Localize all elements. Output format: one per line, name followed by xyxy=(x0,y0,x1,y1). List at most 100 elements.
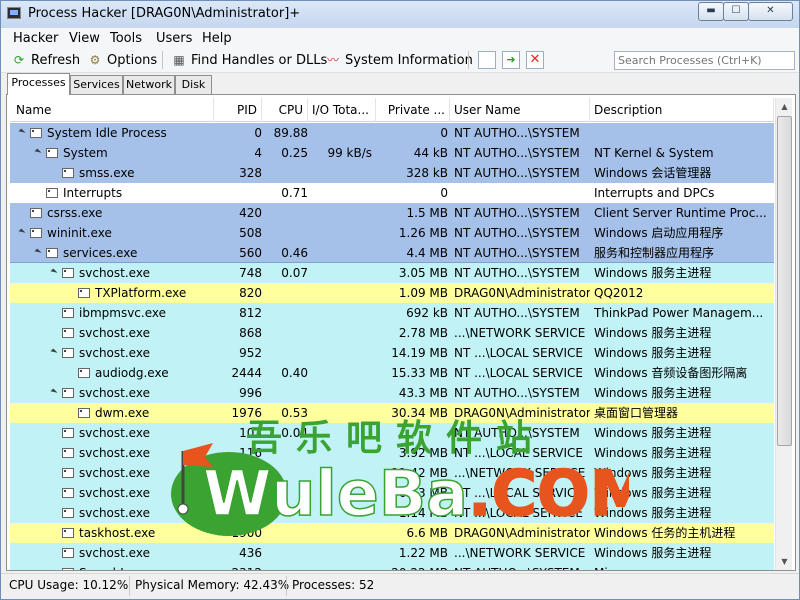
tab-services[interactable]: Services xyxy=(70,75,123,95)
description-cell xyxy=(594,123,772,143)
go-to-window-icon[interactable]: ➜ xyxy=(502,51,520,69)
process-row[interactable]: TXPlatform.exe 820 1.09 MB DRAG0N\Administr… xyxy=(10,283,774,303)
process-row[interactable]: svchost.exe 952 14.19 MB NT ...\LOCAL SERVI… xyxy=(10,343,774,363)
options-button[interactable]: ⚙ Options xyxy=(87,51,158,69)
menu-help[interactable]: Help xyxy=(202,31,232,46)
io-total-cell xyxy=(308,203,372,223)
process-row[interactable]: csrss.exe 420 1.5 MB NT AUTHO...\SYSTEM Clie… xyxy=(10,203,774,223)
pid-cell: 812 xyxy=(239,306,262,320)
process-name-cell: svchost.exe xyxy=(79,266,150,280)
physical-memory-status: Physical Memory: 42.43% xyxy=(135,578,290,592)
menu-users[interactable]: Users xyxy=(156,31,192,46)
menu-view[interactable]: View xyxy=(69,31,100,46)
description-cell: Interrupts and DPCs xyxy=(594,186,715,200)
io-total-cell xyxy=(308,383,372,403)
minimize-button[interactable]: ▬ xyxy=(698,2,724,21)
user-name-cell: ...\NETWORK SERVICE xyxy=(454,546,586,560)
process-row[interactable]: svchost.exe 868 2.78 MB ...\NETWORK SERVICE… xyxy=(10,323,774,343)
expand-arrow-icon[interactable] xyxy=(50,268,58,276)
user-name-cell: NT AUTHO...\SYSTEM xyxy=(454,126,580,140)
expand-arrow-icon[interactable] xyxy=(34,148,42,156)
process-row[interactable]: wininit.exe 508 1.26 MB NT AUTHO...\SYSTEM W… xyxy=(10,223,774,243)
io-total-cell xyxy=(308,223,372,243)
refresh-button[interactable]: ⟳ Refresh xyxy=(11,51,80,69)
expand-arrow-icon[interactable] xyxy=(18,128,26,136)
scroll-up-icon[interactable]: ▲ xyxy=(776,98,793,115)
expand-arrow-icon[interactable] xyxy=(50,348,58,356)
menu-tools[interactable]: Tools xyxy=(110,31,142,46)
process-row[interactable]: Interrupts 0.71 0 Interrupts and DPCs xyxy=(10,183,774,203)
column-name[interactable]: Name xyxy=(10,98,214,122)
column-private-bytes[interactable]: Private ... xyxy=(376,98,450,122)
process-row[interactable]: services.exe 560 0.46 4.4 MB NT AUTHO...\SYS… xyxy=(10,243,774,263)
window-title: Process Hacker [DRAG0N\Administrator]+ xyxy=(28,6,301,21)
process-row[interactable]: svchost.exe 996 43.3 MB NT AUTHO...\SYSTEM W… xyxy=(10,383,774,403)
private-bytes-cell: 2.78 MB xyxy=(398,326,448,340)
cpu-cell: 0.07 xyxy=(281,266,308,280)
terminate-icon[interactable]: ✕ xyxy=(526,51,544,69)
process-row[interactable]: audiodg.exe 2444 0.40 15.33 MB NT ...\LOCAL … xyxy=(10,363,774,383)
refresh-icon: ⟳ xyxy=(13,53,25,67)
column-cpu[interactable]: CPU xyxy=(262,98,308,122)
window-icon[interactable] xyxy=(478,51,496,69)
close-button[interactable]: ✕ xyxy=(748,2,793,21)
cpu-cell xyxy=(262,283,308,303)
description-cell: QQ2012 xyxy=(594,286,644,300)
refresh-label: Refresh xyxy=(31,52,81,68)
search-input[interactable] xyxy=(614,51,795,70)
tab-disk[interactable]: Disk xyxy=(175,75,212,95)
process-row[interactable]: ibmpmsvc.exe 812 692 kB NT AUTHO...\SYSTEM T… xyxy=(10,303,774,323)
expand-arrow-icon[interactable] xyxy=(50,388,58,396)
toolbar-separator xyxy=(468,51,469,69)
vertical-scrollbar[interactable]: ▲ ▼ xyxy=(775,98,792,570)
description-cell: Windows 音频设备图形隔离 xyxy=(594,366,748,380)
tab-strip: Processes Services Network Disk xyxy=(1,73,799,95)
private-bytes-cell: 1.26 MB xyxy=(398,226,448,240)
process-row[interactable]: svchost.exe 748 0.07 3.05 MB NT AUTHO...\SYS… xyxy=(10,262,774,284)
process-row[interactable]: SearchI... 2312 20.22 MB NT AUTHO...\SYSTEM… xyxy=(10,563,774,570)
pid-cell: 436 xyxy=(239,546,262,560)
tab-processes[interactable]: Processes xyxy=(7,73,70,95)
description-cell: Windows 服务主进程 xyxy=(594,546,712,560)
menu-hacker[interactable]: Hacker xyxy=(13,31,58,46)
title-bar[interactable]: Process Hacker [DRAG0N\Administrator]+ ▬… xyxy=(1,1,799,28)
process-row[interactable]: smss.exe 328 328 kB NT AUTHO...\SYSTEM Windo… xyxy=(10,163,774,183)
scroll-down-icon[interactable]: ▼ xyxy=(776,553,793,570)
expand-arrow-icon[interactable] xyxy=(34,248,42,256)
process-row[interactable]: System 4 0.25 99 kB/s 44 kB NT AUTHO...\SYSTE… xyxy=(10,143,774,163)
column-pid[interactable]: PID xyxy=(214,98,262,122)
cpu-cell xyxy=(262,543,308,563)
status-divider xyxy=(286,576,287,596)
pid-cell: 328 xyxy=(239,166,262,180)
process-icon xyxy=(62,428,74,438)
process-icon xyxy=(62,388,74,398)
process-name-cell: wininit.exe xyxy=(47,226,112,240)
golf-ball-icon xyxy=(177,503,189,515)
process-icon xyxy=(46,188,58,198)
process-row[interactable]: svchost.exe 436 1.22 MB ...\NETWORK SERVICE… xyxy=(10,543,774,563)
chart-icon: 〰 xyxy=(326,53,339,67)
process-row[interactable]: System Idle Process 0 89.88 0 NT AUTHO...\SY… xyxy=(10,123,774,143)
column-user-name[interactable]: User Name xyxy=(450,98,590,122)
process-name-cell: ibmpmsvc.exe xyxy=(79,306,166,320)
tab-network[interactable]: Network xyxy=(123,75,175,95)
cpu-cell xyxy=(262,163,308,183)
scroll-thumb[interactable] xyxy=(777,116,792,446)
find-handles-button[interactable]: ▦ Find Handles or DLLs xyxy=(171,51,327,69)
cpu-cell: 0.71 xyxy=(281,186,308,200)
maximize-button[interactable]: ☐ xyxy=(723,2,749,21)
menu-bar: Hacker View Tools Users Help xyxy=(1,28,799,48)
pid-cell: 2312 xyxy=(214,563,262,570)
column-description[interactable]: Description xyxy=(590,98,774,122)
pid-cell: 4 xyxy=(254,146,262,160)
find-handles-label: Find Handles or DLLs xyxy=(191,52,328,68)
description-cell: Windows 服务主进程 xyxy=(594,346,712,360)
process-name-cell: Interrupts xyxy=(63,186,123,200)
binoculars-icon: ▦ xyxy=(173,53,185,67)
status-bar: CPU Usage: 10.12% Physical Memory: 42.43… xyxy=(1,573,799,599)
system-information-button[interactable]: 〰 System Information xyxy=(325,51,473,69)
expand-arrow-icon[interactable] xyxy=(18,228,26,236)
column-io-total[interactable]: I/O Tota... xyxy=(308,98,376,122)
user-name-cell: NT AUTHO...\SYSTEM xyxy=(454,166,580,180)
private-bytes-cell: 0 xyxy=(440,126,448,140)
